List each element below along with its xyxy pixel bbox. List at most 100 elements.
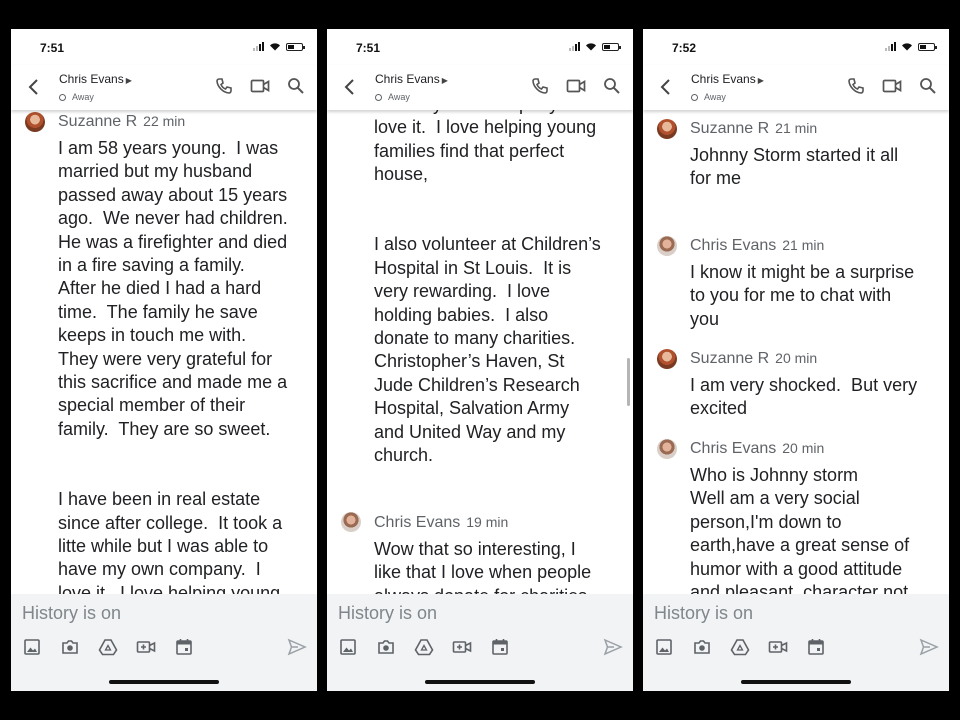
back-arrow-icon[interactable] xyxy=(341,77,359,97)
signal-icon xyxy=(885,42,896,51)
message-author: Chris Evans xyxy=(690,237,777,254)
composer-toolbar xyxy=(654,637,826,657)
clock: 7:51 xyxy=(40,41,65,55)
video-icon[interactable] xyxy=(250,78,270,94)
header-actions xyxy=(847,77,937,95)
send-icon[interactable] xyxy=(287,638,307,656)
battery-icon xyxy=(918,42,937,51)
composer-toolbar xyxy=(338,637,510,657)
message-time: 21 min xyxy=(775,120,818,136)
home-indicator[interactable] xyxy=(425,680,535,684)
message-time: 21 min xyxy=(782,237,825,253)
away-dot-icon xyxy=(691,93,698,101)
composer: History is on xyxy=(11,594,317,691)
screenshot-collage: { "colors": { "background": "#000000", "… xyxy=(0,0,960,720)
image-icon[interactable] xyxy=(22,637,42,657)
expand-arrow-icon: ▶ xyxy=(757,76,764,85)
drive-icon[interactable] xyxy=(98,637,118,657)
avatar xyxy=(657,439,677,459)
conversation-header: Chris Evans ▶ Away xyxy=(327,65,633,110)
wifi-icon xyxy=(902,43,912,51)
message-time: 20 min xyxy=(775,350,818,366)
status-bar: 7:52 xyxy=(643,29,949,65)
conversation-header: Chris Evans ▶ Away xyxy=(643,65,949,110)
status-bar: 7:51 xyxy=(11,29,317,65)
message-text: I am 58 years young. I was married but m… xyxy=(58,138,288,594)
message-text: I am very shocked. But very excited xyxy=(690,375,918,419)
wifi-icon xyxy=(586,43,596,51)
expand-arrow-icon: ▶ xyxy=(441,76,448,85)
battery-icon xyxy=(602,42,621,51)
video-icon[interactable] xyxy=(566,78,586,94)
phone-icon[interactable] xyxy=(847,77,865,95)
contact-status: Away xyxy=(59,92,94,102)
contact-name-label: Chris Evans xyxy=(59,72,124,86)
home-indicator[interactable] xyxy=(109,680,219,684)
status-icons xyxy=(569,42,621,51)
header-actions xyxy=(531,77,621,95)
message-text: Johnny Storm started it all for me xyxy=(690,145,899,189)
status-icons xyxy=(885,42,937,51)
image-icon[interactable] xyxy=(338,637,358,657)
send-icon[interactable] xyxy=(603,638,623,656)
calendar-icon[interactable] xyxy=(174,637,194,657)
back-arrow-icon[interactable] xyxy=(657,77,675,97)
contact-name[interactable]: Chris Evans ▶ xyxy=(691,72,764,86)
message-header: Suzanne R 22 min xyxy=(58,113,185,131)
conversation-header: Chris Evans ▶ Away xyxy=(11,65,317,110)
message-author: Suzanne R xyxy=(58,113,138,130)
contact-name[interactable]: Chris Evans ▶ xyxy=(59,72,132,86)
message-input[interactable]: History is on xyxy=(338,603,437,624)
send-icon[interactable] xyxy=(919,638,939,656)
away-dot-icon xyxy=(375,93,382,101)
phone-screen-1: 7:51 Chris Evans ▶ Away Suzanne R 22 min I… xyxy=(11,29,317,691)
search-icon[interactable] xyxy=(919,77,937,95)
message-list[interactable]: Suzanne R 21 min Johnny Storm started it … xyxy=(643,110,949,594)
phone-icon[interactable] xyxy=(215,77,233,95)
video-add-icon[interactable] xyxy=(136,637,156,657)
contact-status: Away xyxy=(375,92,410,102)
message-list[interactable]: Suzanne R 22 min I am 58 years young. I w… xyxy=(11,110,317,594)
drive-icon[interactable] xyxy=(414,637,434,657)
avatar xyxy=(657,236,677,256)
contact-name-label: Chris Evans xyxy=(375,72,440,86)
phone-screen-2: 7:51 Chris Evans▶ Away have my own compa… xyxy=(327,29,633,691)
home-indicator[interactable] xyxy=(741,680,851,684)
expand-arrow-icon: ▶ xyxy=(125,76,132,85)
camera-icon[interactable] xyxy=(692,637,712,657)
wifi-icon xyxy=(270,43,280,51)
contact-name-label: Chris Evans xyxy=(691,72,756,86)
phone-icon[interactable] xyxy=(531,77,549,95)
message-header: Chris Evans 20 min xyxy=(690,440,824,458)
composer: History is on xyxy=(327,594,633,691)
search-icon[interactable] xyxy=(287,77,305,95)
message-text: Who is Johnny storm Well am a very socia… xyxy=(690,465,910,594)
back-arrow-icon[interactable] xyxy=(25,77,43,97)
message-header: Suzanne R 21 min xyxy=(690,120,817,138)
drive-icon[interactable] xyxy=(730,637,750,657)
contact-name[interactable]: Chris Evans ▶ xyxy=(375,72,448,86)
search-icon[interactable] xyxy=(603,77,621,95)
clock: 7:52 xyxy=(672,41,697,55)
message-text: I know it might be a surprise to you for… xyxy=(690,262,915,329)
scrollbar[interactable] xyxy=(627,358,630,406)
camera-icon[interactable] xyxy=(376,637,396,657)
video-icon[interactable] xyxy=(882,78,902,94)
camera-icon[interactable] xyxy=(60,637,80,657)
message-text: Wow that so interesting, I like that I l… xyxy=(374,539,592,594)
message-input[interactable]: History is on xyxy=(654,603,753,624)
message-input[interactable]: History is on xyxy=(22,603,121,624)
calendar-icon[interactable] xyxy=(490,637,510,657)
video-add-icon[interactable] xyxy=(452,637,472,657)
message-text-continued: have my own company. I love it. I love h… xyxy=(374,110,601,466)
battery-icon xyxy=(286,42,305,51)
header-actions xyxy=(215,77,305,95)
message-list[interactable]: have my own company. I love it. I love h… xyxy=(327,110,633,594)
message-author: Chris Evans xyxy=(690,440,777,457)
status-bar: 7:51 xyxy=(327,29,633,65)
message-author: Suzanne R xyxy=(690,350,770,367)
video-add-icon[interactable] xyxy=(768,637,788,657)
image-icon[interactable] xyxy=(654,637,674,657)
calendar-icon[interactable] xyxy=(806,637,826,657)
avatar xyxy=(657,349,677,369)
